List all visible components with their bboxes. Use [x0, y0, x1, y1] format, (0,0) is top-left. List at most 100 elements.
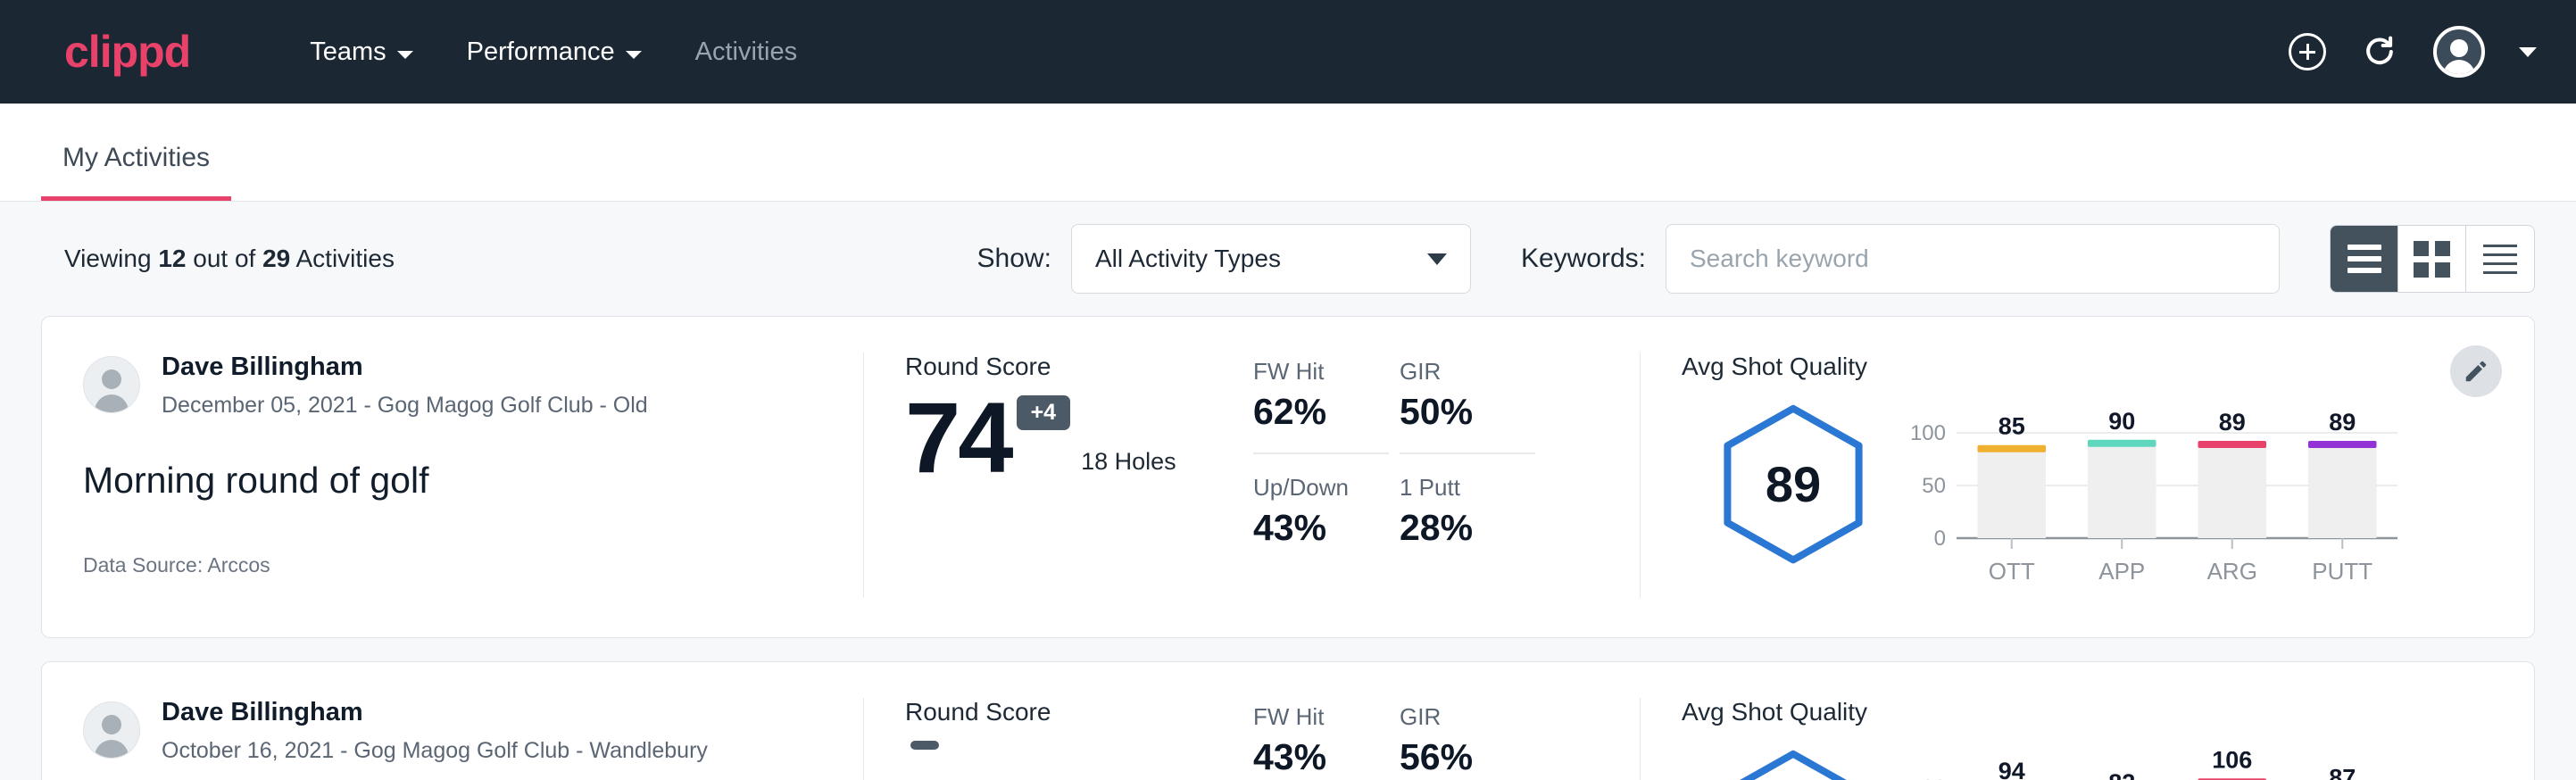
svg-text:106: 106: [2212, 751, 2252, 773]
svg-text:50: 50: [1922, 474, 1946, 498]
svg-text:OTT: OTT: [1989, 558, 2035, 585]
search-input[interactable]: [1666, 224, 2280, 294]
activity-meta: October 16, 2021 - Gog Magog Golf Club -…: [162, 738, 708, 764]
show-label: Show:: [977, 244, 1051, 274]
avatar: [83, 701, 140, 759]
round-score-column: Round Score FW Hit 43% GIR 56%: [863, 698, 1640, 780]
viewing-mid: out of: [186, 245, 262, 272]
activity-card[interactable]: Dave Billingham October 16, 2021 - Gog M…: [41, 661, 2535, 780]
nav-item-performance[interactable]: Performance: [440, 37, 669, 67]
stat-up-down: Up/Down 43%: [1253, 454, 1389, 568]
svg-text:82: 82: [2108, 769, 2135, 780]
viewing-count: 12: [158, 245, 186, 272]
svg-text:85: 85: [1998, 413, 2025, 440]
edit-activity-button[interactable]: [2450, 345, 2502, 397]
round-score-differential-badge: +4: [1017, 395, 1071, 430]
account-avatar-icon[interactable]: [2433, 26, 2485, 78]
shot-quality-value: 89: [1766, 455, 1821, 513]
activity-type-select[interactable]: All Activity Types: [1071, 224, 1471, 294]
refresh-icon[interactable]: [2360, 32, 2399, 71]
tab-my-activities[interactable]: My Activities: [41, 143, 231, 201]
stat-value: 50%: [1400, 391, 1535, 454]
shot-quality-chart: 05010094OTT82APP106ARG87PUTT: [1905, 743, 2405, 780]
stat-value: 28%: [1400, 507, 1535, 568]
nav-item-teams[interactable]: Teams: [283, 37, 439, 67]
view-mode-grid-button[interactable]: [2398, 226, 2466, 292]
compact-icon-bar: [2483, 245, 2517, 247]
chevron-down-icon: [397, 51, 413, 59]
activity-data-source: Data Source: Arccos: [83, 553, 824, 577]
chevron-down-icon: [626, 51, 642, 59]
svg-text:APP: APP: [2098, 558, 2145, 585]
compact-icon-bar: [2483, 271, 2517, 274]
chevron-down-icon: [1427, 253, 1447, 265]
tab-strip: My Activities: [0, 104, 2576, 202]
svg-text:0: 0: [1934, 527, 1946, 551]
round-score-block: Round Score: [905, 698, 1253, 780]
brand-logo[interactable]: clippd: [64, 26, 190, 78]
filter-controls: Show: All Activity Types Keywords:: [977, 224, 2535, 294]
top-navbar: clippd Teams Performance Activities: [0, 0, 2576, 104]
shot-quality-bar-chart: 05010094OTT82APP106ARG87PUTT: [1905, 751, 2405, 780]
round-stats-grid: FW Hit 62% GIR 50% Up/Down 43% 1 Putt 28…: [1253, 353, 1535, 598]
shot-quality-body: 05010094OTT82APP106ARG87PUTT: [1682, 743, 2480, 780]
activity-card[interactable]: Dave Billingham December 05, 2021 - Gog …: [41, 316, 2535, 638]
stat-value: 62%: [1253, 391, 1389, 454]
round-score-label: Round Score: [905, 353, 1253, 381]
list-icon-bar: [2347, 256, 2381, 261]
svg-text:PUTT: PUTT: [2312, 558, 2372, 585]
nav-item-teams-label: Teams: [310, 37, 386, 67]
stat-fw-hit: FW Hit 43%: [1253, 703, 1389, 780]
svg-text:89: 89: [2219, 409, 2246, 436]
stat-label: GIR: [1400, 358, 1535, 386]
stat-label: 1 Putt: [1400, 474, 1535, 502]
stat-label: GIR: [1400, 703, 1535, 731]
plus-circle-icon[interactable]: [2289, 33, 2326, 71]
keywords-label: Keywords:: [1521, 244, 1646, 274]
svg-text:94: 94: [1998, 758, 2025, 780]
round-score-value: 74: [905, 388, 1011, 488]
round-score-differential-badge: [910, 741, 939, 750]
filter-bar: Viewing 12 out of 29 Activities Show: Al…: [0, 202, 2576, 316]
round-score-label: Round Score: [905, 698, 1253, 726]
svg-text:89: 89: [2329, 409, 2356, 436]
stat-value: 43%: [1253, 736, 1389, 780]
shot-quality-column: Avg Shot Quality 05010094OTT82APP106ARG8…: [1640, 698, 2534, 780]
view-mode-list-button[interactable]: [2331, 226, 2398, 292]
stat-value: 43%: [1253, 507, 1389, 568]
shot-quality-column: Avg Shot Quality 89 05010085OTT90APP89AR…: [1640, 353, 2534, 598]
list-icon-bar: [2347, 245, 2381, 250]
svg-text:90: 90: [2108, 408, 2135, 435]
avatar-body: [95, 740, 129, 759]
nav-item-activities[interactable]: Activities: [669, 37, 824, 67]
stat-fw-hit: FW Hit 62%: [1253, 358, 1389, 454]
stat-label: FW Hit: [1253, 703, 1389, 731]
avatar-body: [95, 394, 129, 413]
activity-meta: December 05, 2021 - Gog Magog Golf Club …: [162, 393, 648, 419]
viewing-prefix: Viewing: [64, 245, 158, 272]
list-icon-bar: [2347, 268, 2381, 273]
activity-author: Dave Billingham October 16, 2021 - Gog M…: [83, 698, 824, 764]
account-chevron-down-icon[interactable]: [2519, 47, 2537, 57]
shot-quality-hexagon: 89: [1722, 404, 1865, 563]
view-mode-compact-button[interactable]: [2466, 226, 2534, 292]
activity-info-column: Dave Billingham October 16, 2021 - Gog M…: [42, 698, 863, 780]
avatar-head: [2450, 39, 2468, 57]
shot-quality-hexagon: [1722, 750, 1865, 780]
stat-one-putt: 1 Putt 28%: [1400, 454, 1535, 568]
avatar-head: [102, 369, 121, 389]
stat-gir: GIR 50%: [1400, 358, 1535, 454]
grid-icon: [2414, 241, 2450, 278]
shot-quality-label: Avg Shot Quality: [1682, 353, 2480, 381]
activity-card-list: Dave Billingham December 05, 2021 - Gog …: [0, 316, 2576, 780]
viewing-suffix: Activities: [290, 245, 395, 272]
round-score-row: 74 +4 18 Holes: [905, 388, 1253, 488]
avatar: [83, 356, 140, 413]
shot-quality-body: 89 05010085OTT90APP89ARG89PUTT: [1682, 397, 2480, 598]
stat-gir: GIR 56%: [1400, 703, 1535, 780]
activity-author: Dave Billingham December 05, 2021 - Gog …: [83, 353, 824, 419]
viewing-total: 29: [262, 245, 290, 272]
stat-value: 56%: [1400, 736, 1535, 780]
shot-quality-hex-wrap: [1682, 743, 1905, 780]
svg-text:100: 100: [1910, 421, 1946, 445]
